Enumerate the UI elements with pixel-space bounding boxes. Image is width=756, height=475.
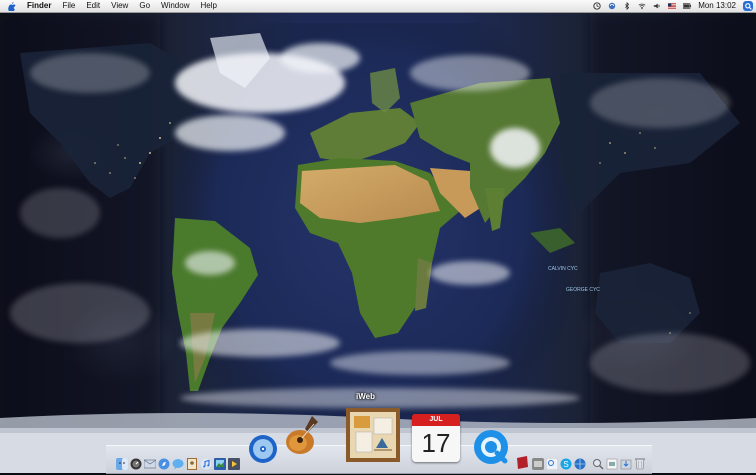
dock-imovie-icon[interactable] bbox=[228, 457, 240, 470]
dock-network-icon[interactable] bbox=[574, 457, 586, 470]
sync-icon[interactable] bbox=[608, 2, 616, 10]
battery-icon[interactable] bbox=[683, 2, 692, 10]
dock-quicktime-icon[interactable] bbox=[472, 428, 510, 466]
menu-bar: Finder File Edit View Go Window Help Mon… bbox=[0, 0, 756, 13]
desktop-wallpaper: CALVIN CYC GEORGE CYC bbox=[0, 13, 756, 473]
dock-dashboard-icon[interactable] bbox=[130, 457, 142, 470]
dock-idvd-icon[interactable] bbox=[248, 434, 278, 464]
dock-garageband-icon[interactable] bbox=[284, 414, 324, 456]
dock-ichat-icon[interactable] bbox=[172, 457, 184, 470]
menu-view[interactable]: View bbox=[111, 0, 128, 12]
menu-app-finder[interactable]: Finder bbox=[27, 0, 51, 12]
dock-iweb-icon[interactable] bbox=[344, 406, 402, 464]
volume-icon[interactable] bbox=[653, 2, 661, 10]
bluetooth-icon[interactable] bbox=[623, 2, 631, 10]
dock-iphoto-icon[interactable] bbox=[214, 457, 226, 470]
dock-document-icon[interactable] bbox=[606, 457, 618, 470]
cyclone-label-george: GEORGE CYC bbox=[566, 287, 600, 293]
cyclone-label-calvin: CALVIN CYC bbox=[548, 266, 578, 272]
dock-trash-icon[interactable] bbox=[634, 456, 646, 470]
dock-mail-icon[interactable] bbox=[143, 457, 157, 469]
dock-red-app-icon[interactable] bbox=[516, 455, 529, 469]
dock-address-book-icon[interactable] bbox=[186, 457, 198, 470]
dock: JUL 17 S bbox=[106, 408, 652, 474]
ical-day: 17 bbox=[421, 428, 451, 458]
menu-clock[interactable]: Mon 13:02 bbox=[698, 0, 736, 12]
dock-safari-icon[interactable] bbox=[158, 457, 170, 470]
wifi-icon[interactable] bbox=[638, 2, 646, 10]
dock-preview-icon[interactable] bbox=[545, 457, 559, 471]
menu-file[interactable]: File bbox=[62, 0, 75, 12]
world-map-image bbox=[0, 13, 756, 473]
time-machine-icon[interactable] bbox=[593, 2, 601, 10]
spotlight-icon[interactable] bbox=[743, 1, 753, 11]
menu-window[interactable]: Window bbox=[161, 0, 189, 12]
us-flag-input-icon[interactable] bbox=[668, 2, 677, 10]
dock-finder-icon[interactable] bbox=[116, 457, 128, 470]
dock-itunes-icon[interactable] bbox=[200, 457, 212, 470]
dock-finder-search-icon[interactable] bbox=[592, 457, 604, 470]
dock-skype-icon[interactable]: S bbox=[560, 457, 572, 470]
menu-go[interactable]: Go bbox=[139, 0, 150, 12]
dock-downloads-icon[interactable] bbox=[620, 457, 632, 470]
apple-menu-icon[interactable] bbox=[8, 2, 16, 11]
ical-month: JUL bbox=[412, 414, 460, 426]
svg-text:S: S bbox=[563, 460, 568, 469]
menu-help[interactable]: Help bbox=[200, 0, 216, 12]
dock-app-switch-icon[interactable] bbox=[532, 457, 544, 470]
menu-edit[interactable]: Edit bbox=[86, 0, 100, 12]
dock-ical-icon[interactable]: JUL 17 bbox=[412, 414, 460, 462]
dock-hover-label: iWeb bbox=[356, 392, 375, 401]
